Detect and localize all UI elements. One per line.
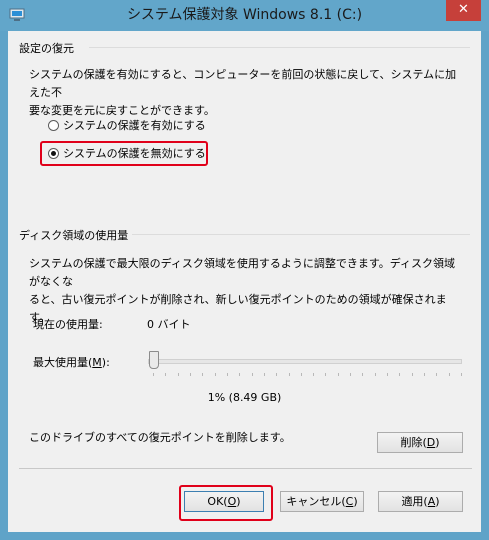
slider-tick [189,373,191,376]
disk-group-divider [132,234,470,235]
disk-usage-heading: ディスク領域の使用量 [19,229,129,242]
dialog-window: システム保護対象 Windows 8.1 (C:) ✕ 設定の復元 システムの保… [0,0,489,540]
slider-ticks [153,373,462,376]
slider-tick [263,373,265,376]
slider-tick [276,373,278,376]
delete-button-suffix: ) [435,436,440,449]
ok-accesskey: O [227,495,237,508]
slider-tick [226,373,228,376]
slider-tick [448,373,450,376]
delete-accesskey: D [426,436,436,449]
footer-separator [19,468,472,469]
max-usage-accesskey: M [92,356,102,369]
radio-disable-label: システムの保護を無効にする [63,147,206,160]
slider-tick [350,373,352,376]
slider-tick [153,373,154,376]
max-usage-slider-thumb[interactable] [149,351,160,369]
max-usage-label-suffix: ): [101,356,110,369]
delete-button[interactable]: 削除(D) [377,432,463,453]
max-usage-value: 1% (8.49 GB) [207,391,282,404]
slider-tick [165,373,167,376]
radio-button-selected[interactable] [48,147,59,159]
cancel-button-label: キャンセル( [286,495,346,508]
slider-tick [374,373,376,376]
slider-tick [411,373,413,376]
window-title: システム保護対象 Windows 8.1 (C:) [126,7,363,23]
radio-enable-label: システムの保護を有効にする [63,119,206,132]
apply-button-label: 適用( [401,495,428,508]
slider-tick [424,373,426,376]
current-usage-value: 0 バイト [147,318,191,331]
delete-description: このドライブのすべての復元ポイントを削除します。 [29,431,291,444]
radio-button[interactable] [48,119,59,131]
delete-button-label: 削除( [400,436,427,449]
slider-tick [288,373,290,376]
slider-tick [399,373,401,376]
radio-disable-protection[interactable]: システムの保護を無効にする [48,144,206,162]
slider-tick [202,373,204,376]
ok-button-suffix: ) [236,495,241,508]
restore-group-divider [89,47,470,48]
cancel-button-suffix: ) [353,495,358,508]
max-usage-label-text: 最大使用量( [33,356,93,369]
current-usage-label: 現在の使用量: [33,318,103,331]
close-button[interactable]: ✕ [446,0,481,21]
slider-tick [239,373,241,376]
slider-tick [313,373,315,376]
apply-button[interactable]: 適用(A) [378,491,463,512]
slider-tick [251,373,253,376]
slider-tick [436,373,438,376]
slider-tick [325,373,327,376]
restore-settings-heading: 設定の復元 [19,42,74,55]
apply-button-suffix: ) [435,495,440,508]
slider-tick [461,373,462,376]
title-bar[interactable]: システム保護対象 Windows 8.1 (C:) ✕ [0,0,489,31]
slider-tick [337,373,339,376]
restore-description-line: システムの保護を有効にすると、コンピューターを前回の状態に戻して、システムに加え… [29,68,457,99]
slider-tick [387,373,389,376]
max-usage-label: 最大使用量(M): [33,354,110,370]
ok-button[interactable]: OK(O) [184,491,264,512]
restore-description: システムの保護を有効にすると、コンピューターを前回の状態に戻して、システムに加え… [29,66,464,120]
cancel-button[interactable]: キャンセル(C) [280,491,364,512]
radio-enable-protection[interactable]: システムの保護を有効にする [48,116,206,134]
ok-button-label: OK( [207,495,228,508]
slider-tick [214,373,216,376]
dialog-content: 設定の復元 システムの保護を有効にすると、コンピューターを前回の状態に戻して、シ… [8,31,481,532]
disk-description-line: システムの保護で最大限のディスク領域を使用するように調整できます。ディスク領域が… [29,257,456,288]
max-usage-slider-track[interactable] [148,359,462,364]
slider-tick [300,373,302,376]
slider-tick [177,373,179,376]
slider-tick [362,373,364,376]
